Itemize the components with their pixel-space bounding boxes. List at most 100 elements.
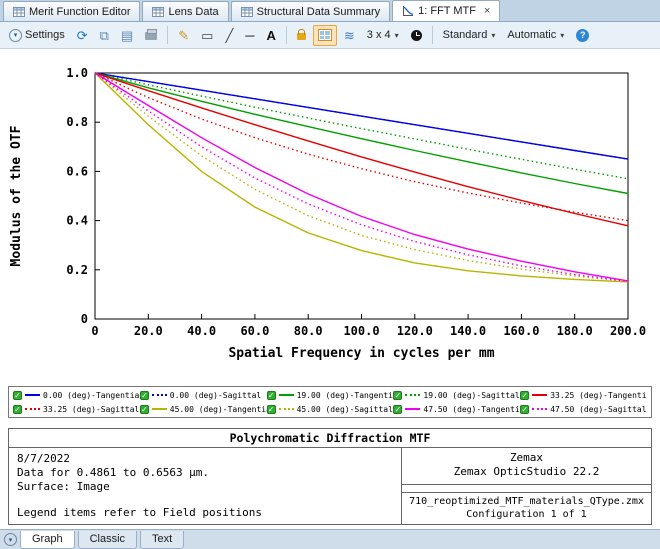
legend-item[interactable]: ✓33.25 (deg)-Tangential [520,389,647,401]
tab-text[interactable]: Text [140,531,184,549]
grid-size-dropdown[interactable]: 3 x 4▾ [362,25,404,46]
y-tick-label: 0.6 [66,164,88,178]
settings-icon: ▾ [9,29,22,42]
text-tool-icon: A [267,29,276,42]
print-button[interactable] [140,25,162,46]
plot-frame [95,73,628,319]
x-tick-label: 40.0 [187,324,216,338]
help-button[interactable]: ? [571,25,594,46]
refresh-icon: ⟳ [77,29,88,42]
legend-checkbox-icon[interactable]: ✓ [267,391,276,400]
layers-button[interactable]: ≋ [339,25,360,46]
settings-button[interactable]: ▾Settings [4,25,70,46]
tab-label: Structural Data Summary [257,6,380,18]
legend-item[interactable]: ✓45.00 (deg)-Tangential [140,403,267,415]
copy-icon: ⧉ [100,29,109,42]
y-axis-title: Modulus of the OTF [9,125,24,266]
mtf-plot: 020.040.060.080.0100.0120.0140.0160.0180… [0,49,660,380]
legend-checkbox-icon[interactable]: ✓ [140,391,149,400]
x-tick-label: 200.0 [610,324,646,338]
info-product-version: Zemax OpticStudio 22.2 [402,465,651,479]
y-tick-label: 0.2 [66,263,88,277]
legend-item[interactable]: ✓ 0.00 (deg)-Tangential [13,389,140,401]
info-right-column: Zemax Zemax OpticStudio 22.2 710_reoptim… [401,448,651,524]
x-tick-label: 120.0 [397,324,433,338]
legend-item[interactable]: ✓19.00 (deg)-Tangential [267,389,394,401]
info-spacer [17,494,393,506]
legend-label: 33.25 (deg)-Sagittal [43,405,139,414]
legend-label: 47.50 (deg)-Tangential [423,405,520,414]
toolbar-separator [286,26,287,44]
info-right-spacer [402,485,651,492]
pencil-tool-icon: ✎ [178,29,189,42]
info-title: Polychromatic Diffraction MTF [9,429,651,448]
tab-merit-function-editor[interactable]: Merit Function Editor [3,1,140,21]
layers-icon: ≋ [344,29,355,42]
info-body: 8/7/2022 Data for 0.4861 to 0.6563 µm. S… [9,448,651,524]
legend-checkbox-icon[interactable]: ✓ [393,391,402,400]
info-brand-name: Zemax [402,451,651,465]
rectangle-tool-icon: ▭ [201,29,213,42]
print-icon [145,32,157,40]
tab-fft-mtf[interactable]: 1: FFT MTF × [392,0,500,21]
copy-button[interactable]: ⧉ [95,25,114,46]
legend-checkbox-icon[interactable]: ✓ [393,405,402,414]
legend-item[interactable]: ✓ 47.50 (deg)-Tangential [393,403,520,415]
text-tool-button[interactable]: A [262,25,281,46]
legend-item[interactable]: ✓ 33.25 (deg)-Sagittal [13,403,140,415]
tab-label: Lens Data [168,6,218,18]
document-tab-bar: Merit Function Editor Lens Data Structur… [0,0,660,22]
pencil-tool-button[interactable]: ✎ [173,25,194,46]
info-legend-note: Legend items refer to Field positions [17,506,393,520]
legend-item[interactable]: ✓ 0.00 (deg)-Sagittal [140,389,267,401]
settings-button-label: Settings [25,29,65,41]
legend-checkbox-icon[interactable]: ✓ [140,405,149,414]
standard-dropdown[interactable]: Standard▾ [438,25,501,46]
line-arrow-tool-button[interactable]: ╱ [220,25,238,46]
legend-item[interactable]: ✓45.00 (deg)-Sagittal [267,403,394,415]
info-file-name: 710_reoptimized_MTF_materials_QType.zmx [402,495,651,508]
legend-item[interactable]: ✓ 19.00 (deg)-Sagittal [393,389,520,401]
legend-label: 47.50 (deg)-Sagittal [550,405,646,414]
rectangle-tool-button[interactable]: ▭ [196,25,218,46]
y-tick-label: 0 [81,312,88,326]
lock-button[interactable] [292,25,311,46]
legend-checkbox-icon[interactable]: ✓ [520,405,529,414]
chevron-down-icon: ▾ [560,31,564,40]
legend-line-sample [152,408,167,410]
copy-graphic-button[interactable]: ▤ [116,25,138,46]
legend-line-sample [532,394,547,396]
x-tick-label: 0 [91,324,98,338]
tab-structural-data-summary[interactable]: Structural Data Summary [231,1,390,21]
grid-size-dropdown-label: 3 x 4 [367,29,391,41]
refresh-button[interactable]: ⟳ [72,25,93,46]
legend-label: 0.00 (deg)-Tangential [43,391,140,400]
legend-box: ✓0.00 (deg)-Tangential✓0.00 (deg)-Sagitt… [8,386,652,418]
tab-lens-data[interactable]: Lens Data [142,1,228,21]
automatic-dropdown[interactable]: Automatic▾ [502,25,569,46]
copy-graphic-icon: ▤ [121,29,133,42]
y-tick-label: 1.0 [66,66,88,80]
auto-update-clock-icon [411,30,422,41]
legend-checkbox-icon[interactable]: ✓ [520,391,529,400]
legend-checkbox-icon[interactable]: ✓ [267,405,276,414]
legend-checkbox-icon[interactable]: ✓ [13,391,22,400]
tab-classic[interactable]: Classic [78,531,137,549]
legend-item[interactable]: ✓ 47.50 (deg)-Sagittal [520,403,647,415]
chevron-down-icon: ▾ [491,31,495,40]
y-tick-label: 0.4 [66,214,88,228]
legend-label: 19.00 (deg)-Sagittal [423,391,519,400]
line-tool-button[interactable]: ─ [240,25,259,46]
info-left-column: 8/7/2022 Data for 0.4861 to 0.6563 µm. S… [9,448,401,524]
auto-update-clock-button[interactable] [406,25,427,46]
legend-checkbox-icon[interactable]: ✓ [13,405,22,414]
chevron-down-circle-icon[interactable]: ▾ [4,533,17,546]
legend-label: 0.00 (deg)-Sagittal [170,391,262,400]
close-tab-icon[interactable]: × [484,5,490,17]
view-tab-bar: ▾ Graph Classic Text [0,529,660,549]
window-split-button[interactable] [313,25,337,46]
legend-line-sample [279,394,294,396]
tab-graph[interactable]: Graph [20,531,75,549]
info-date: 8/7/2022 [17,452,393,466]
spreadsheet-icon [152,6,164,18]
